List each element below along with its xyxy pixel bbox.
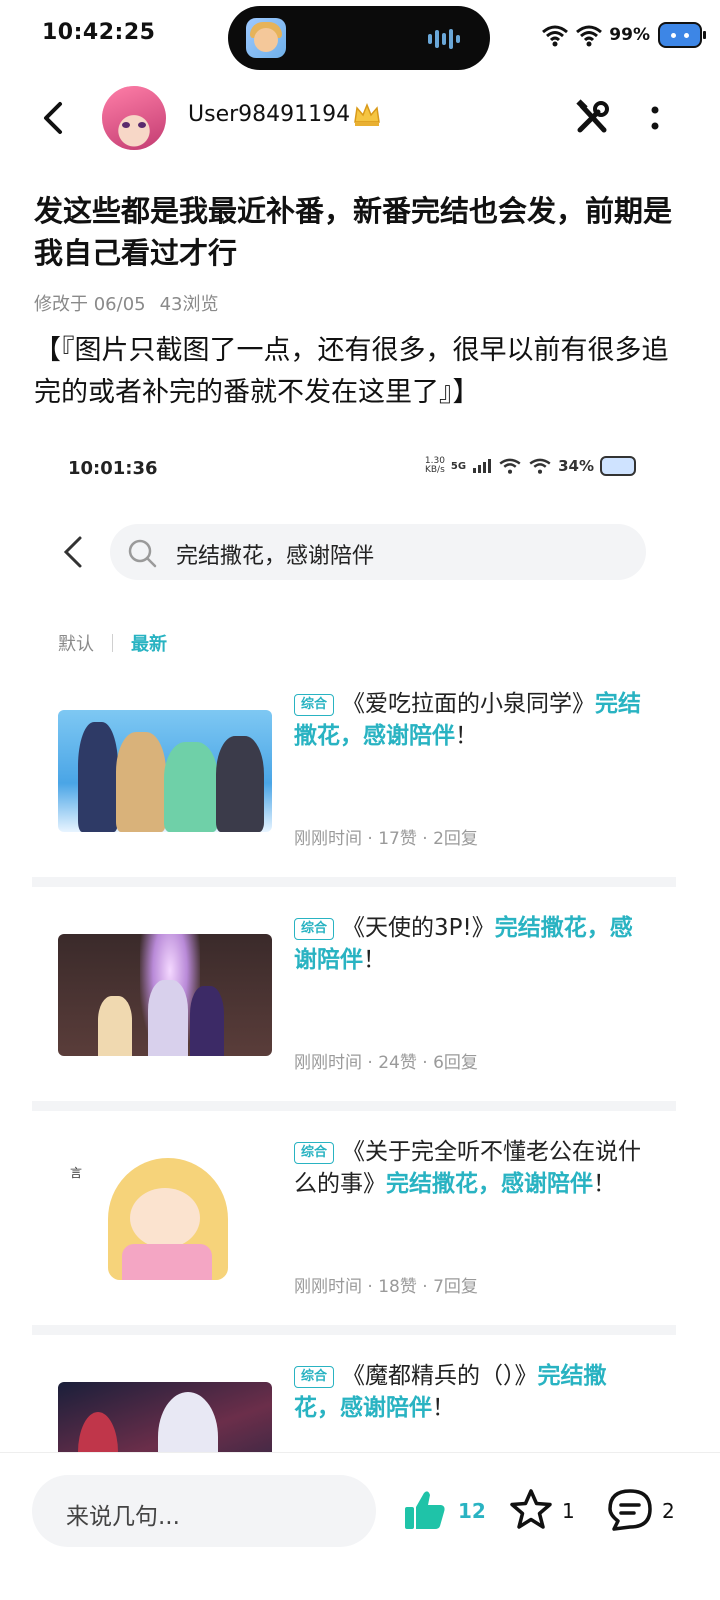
post-modified-date: 修改于 06/05	[34, 294, 146, 315]
thread-tag: 综合	[294, 1366, 335, 1388]
like-count: 12	[458, 1499, 486, 1523]
audio-wave-icon	[428, 28, 468, 49]
thread-tag: 综合	[294, 1142, 335, 1164]
post-image[interactable]: 10:01:36 1.30 KB/s 5G 34% 完结撒花，感谢陪伴 默认 最…	[32, 440, 676, 1452]
embedded-sort-tabs: 默认 最新	[58, 630, 167, 656]
post-body: 【『图片只截图了一点，还有很多，很早以前有很多追完的或者补完的番就不发在这里了』…	[34, 335, 669, 408]
cellular-wifi-icon	[542, 25, 569, 47]
comment-count: 2	[662, 1499, 675, 1523]
star-icon[interactable]	[508, 1487, 554, 1533]
status-time: 10:42:25	[42, 20, 156, 45]
thread-stats: 刚刚时间 · 17赞 · 2回复	[294, 829, 478, 849]
username[interactable]: User98491194	[188, 102, 350, 127]
thread-thumbnail	[58, 710, 272, 832]
post-meta: 修改于 06/05 43浏览	[34, 290, 219, 316]
comment-input[interactable]: 来说几句...	[32, 1475, 376, 1547]
thread-title: 综合 《关于完全听不懂老公在说什么的事》完结撒花，感谢陪伴！	[294, 1139, 642, 1197]
post-header: User98491194	[0, 80, 720, 160]
crown-icon	[354, 102, 380, 126]
sort-default: 默认	[58, 634, 94, 655]
thread-stats: 刚刚时间 · 24赞 · 6回复	[294, 1053, 478, 1073]
embedded-back-icon	[63, 536, 82, 568]
back-icon[interactable]	[34, 98, 74, 138]
embedded-battery-icon	[600, 456, 636, 476]
thread-thumbnail	[58, 1382, 272, 1452]
avatar[interactable]	[102, 86, 166, 150]
thread-title: 综合 《天使的3P!》完结撒花，感谢陪伴！	[294, 915, 633, 973]
divider	[32, 1325, 676, 1335]
embedded-signal-icon	[473, 459, 492, 473]
battery-icon	[658, 22, 706, 48]
tools-icon[interactable]	[572, 98, 612, 138]
comment-placeholder: 来说几句...	[66, 1504, 180, 1530]
thread-tag: 综合	[294, 694, 335, 716]
thread-title: 综合 《爱吃拉面的小泉同学》完结撒花，感谢陪伴！	[294, 691, 642, 749]
comment-icon[interactable]	[606, 1487, 654, 1533]
embedded-search-text: 完结撒花，感谢陪伴	[176, 544, 375, 569]
sort-latest: 最新	[131, 634, 167, 655]
post-views: 43浏览	[159, 294, 219, 315]
battery-percentage: 99%	[609, 25, 650, 45]
divider	[32, 877, 676, 887]
embedded-status-time: 10:01:36	[68, 458, 158, 479]
island-app-icon	[246, 18, 286, 58]
embedded-search-bar: 完结撒花，感谢陪伴	[110, 524, 646, 580]
bottom-action-bar: 来说几句... 12 1 2	[0, 1452, 720, 1600]
thread-thumbnail: 言	[58, 1158, 272, 1280]
embedded-wifi-icon-2	[529, 458, 551, 474]
divider	[32, 1101, 676, 1111]
embedded-wifi-icon	[499, 458, 521, 474]
favorite-count: 1	[562, 1499, 575, 1523]
embedded-battery-percentage: 34%	[558, 457, 594, 475]
thumbs-up-icon[interactable]	[402, 1487, 448, 1533]
thread-title: 综合 《魔都精兵的（）》完结撒花，感谢陪伴！	[294, 1363, 607, 1421]
thread-tag: 综合	[294, 918, 335, 940]
thread-thumbnail	[58, 934, 272, 1056]
embedded-status-indicators: 1.30 KB/s 5G 34%	[425, 456, 636, 476]
wifi-icon	[576, 25, 603, 47]
embedded-network-type: 5G	[450, 460, 467, 472]
embedded-net-speed: 1.30 KB/s	[424, 456, 445, 475]
status-indicators: 99%	[541, 20, 706, 50]
status-bar: 10:42:25 99%	[0, 0, 720, 72]
dynamic-island[interactable]	[228, 6, 490, 70]
search-icon	[128, 539, 157, 568]
more-icon[interactable]	[640, 98, 670, 138]
post-title: 发这些都是我最近补番，新番完结也会发，前期是我自己看过才行	[34, 194, 673, 270]
thread-stats: 刚刚时间 · 18赞 · 7回复	[294, 1277, 478, 1297]
